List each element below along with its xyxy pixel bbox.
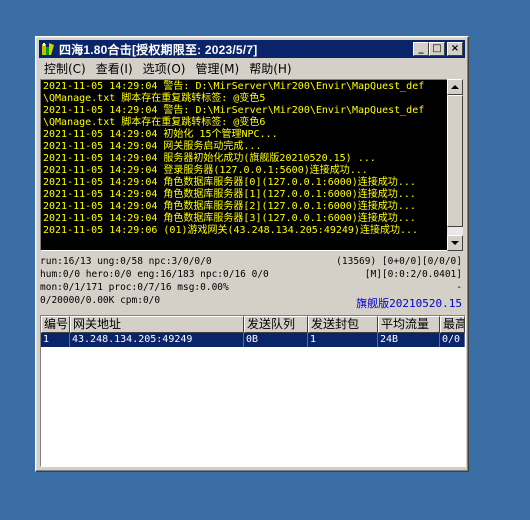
close-button[interactable]: × xyxy=(447,42,463,56)
gateway-table[interactable]: 编号 网关地址 发送队列 发送封包 平均流量 最高 1 43.248.134.2… xyxy=(40,315,466,467)
menu-manage[interactable]: 管理(M) xyxy=(190,60,244,77)
column-header-send-queue[interactable]: 发送队列 xyxy=(244,316,308,333)
log-console[interactable]: 2021-11-05 14:29:04 警告: D:\MirServer\Mir… xyxy=(40,79,448,251)
log-line: 2021-11-05 14:29:04 网关服务启动完成... xyxy=(43,141,262,152)
log-line: 2021-11-05 14:29:04 警告: D:\MirServer\Mir… xyxy=(43,81,425,92)
log-line: 2021-11-05 14:29:04 登录服务器(127.0.0.1:5600… xyxy=(43,165,368,176)
cell-send-queue: 0B xyxy=(244,333,308,347)
cell-avg-traffic: 24B xyxy=(378,333,440,347)
minimize-button[interactable]: _ xyxy=(413,42,429,56)
log-line: 2021-11-05 14:29:04 角色数据库服务器[2](127.0.0.… xyxy=(43,201,416,212)
menu-bar: 控制(C) 查看(I) 选项(O) 管理(M) 帮助(H) xyxy=(39,59,465,77)
arrow-up-icon xyxy=(451,85,459,89)
log-line: \QManage.txt 脚本存在重复跳转标签: @变色5 xyxy=(43,93,266,104)
log-line: 2021-11-05 14:29:04 初始化 15个管理NPC... xyxy=(43,129,278,140)
server-window: 四海1.80合击[授权期限至: 2023/5/7] _ □ × 控制(C) 查看… xyxy=(35,36,469,472)
log-line: 2021-11-05 14:29:06 (01)游戏网关(43.248.134.… xyxy=(43,225,419,236)
menu-view[interactable]: 查看(I) xyxy=(91,60,138,77)
column-header-avg-traffic[interactable]: 平均流量 xyxy=(378,316,440,333)
version-label: 旗舰版20210520.15 xyxy=(356,297,462,310)
app-icon xyxy=(42,43,54,55)
scroll-down-button[interactable] xyxy=(447,235,463,251)
log-line: 2021-11-05 14:29:04 服务器初始化成功(旗舰版20210520… xyxy=(43,153,376,164)
scroll-up-button[interactable] xyxy=(447,79,463,95)
status-panel: run:16/13 ung:0/58 npc:3/0/0/0 (13569) [… xyxy=(40,256,464,312)
cell-send-packets: 1 xyxy=(308,333,378,347)
log-line: 2021-11-05 14:29:04 角色数据库服务器[3](127.0.0.… xyxy=(43,213,416,224)
log-line: \QManage.txt 脚本存在重复跳转标签: @变色6 xyxy=(43,117,266,128)
status-hum: hum:0/0 hero:0/0 eng:16/183 npc:0/16 0/0 xyxy=(40,269,269,280)
column-header-max[interactable]: 最高 xyxy=(440,316,465,333)
arrow-down-icon xyxy=(451,241,459,245)
maximize-button[interactable]: □ xyxy=(429,42,445,56)
column-header-gateway[interactable]: 网关地址 xyxy=(70,316,244,333)
window-title: 四海1.80合击[授权期限至: 2023/5/7] xyxy=(59,42,258,57)
log-line: 2021-11-05 14:29:04 角色数据库服务器[0](127.0.0.… xyxy=(43,177,416,188)
status-memory: [M][0:0:2/0.0401] xyxy=(364,269,462,280)
status-cpm: 0/20000/0.00K cpm:0/0 xyxy=(40,295,161,306)
table-row[interactable]: 1 43.248.134.205:49249 0B 1 24B 0/0 xyxy=(41,333,465,347)
log-scrollbar[interactable] xyxy=(447,79,463,251)
column-header-send-packets[interactable]: 发送封包 xyxy=(308,316,378,333)
cell-id: 1 xyxy=(41,333,70,347)
cell-gateway: 43.248.134.205:49249 xyxy=(70,333,244,347)
title-bar[interactable]: 四海1.80合击[授权期限至: 2023/5/7] _ □ × xyxy=(39,40,465,58)
cell-max: 0/0 xyxy=(440,333,465,347)
log-line: 2021-11-05 14:29:04 警告: D:\MirServer\Mir… xyxy=(43,105,425,116)
scroll-thumb[interactable] xyxy=(447,95,463,227)
menu-help[interactable]: 帮助(H) xyxy=(244,60,296,77)
table-header: 编号 网关地址 发送队列 发送封包 平均流量 最高 xyxy=(41,316,465,333)
status-mon: mon:0/1/171 proc:0/7/16 msg:0.00% xyxy=(40,282,229,293)
menu-control[interactable]: 控制(C) xyxy=(39,60,91,77)
menu-options[interactable]: 选项(O) xyxy=(138,60,191,77)
status-run: run:16/13 ung:0/58 npc:3/0/0/0 xyxy=(40,256,212,267)
status-counters: (13569) [0+0/0][0/0/0] xyxy=(336,256,462,267)
column-header-id[interactable]: 编号 xyxy=(41,316,70,333)
log-line: 2021-11-05 14:29:04 角色数据库服务器[1](127.0.0.… xyxy=(43,189,416,200)
status-dash: - xyxy=(456,282,462,293)
